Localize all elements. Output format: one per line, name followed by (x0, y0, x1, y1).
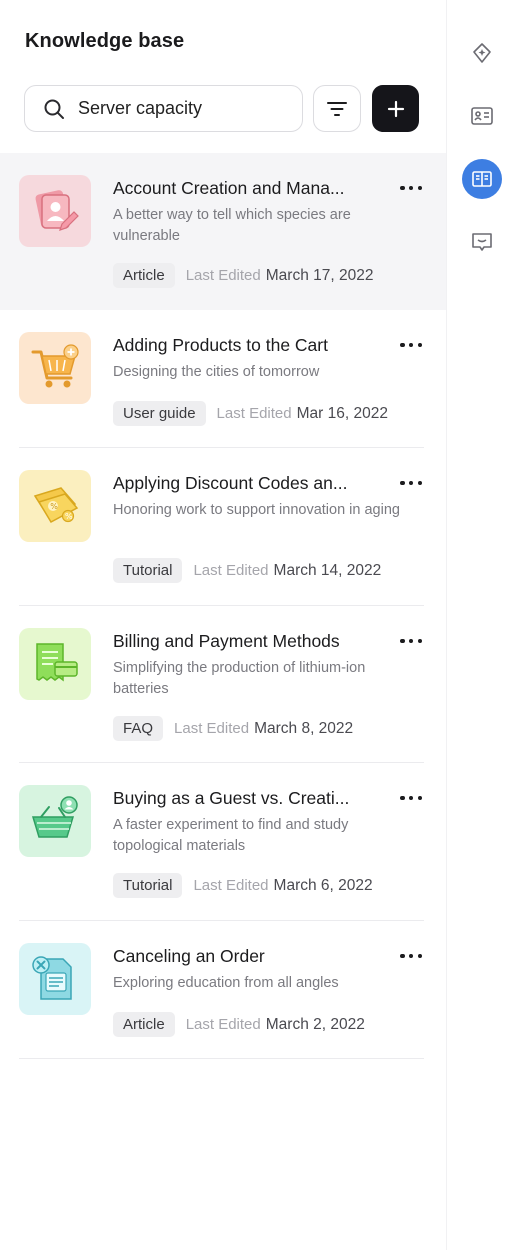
chat-message-icon (472, 233, 492, 251)
last-edited-label: Last Edited (193, 562, 269, 579)
article-meta: FAQ Last Edited March 8, 2022 (113, 716, 353, 741)
knowledge-base-panel: Knowledge base Server capacity Account C… (0, 0, 446, 1250)
more-options-button[interactable] (398, 476, 424, 490)
article-title[interactable]: Buying as a Guest vs. Creati... (113, 788, 349, 809)
rail-button-chat[interactable] (462, 222, 502, 262)
last-edited-label: Last Edited (174, 720, 250, 737)
article-title[interactable]: Billing and Payment Methods (113, 631, 340, 652)
article-thumbnail (19, 785, 91, 857)
more-options-button[interactable] (398, 181, 424, 195)
article-title[interactable]: Adding Products to the Cart (113, 335, 328, 356)
article-type-badge: Article (113, 263, 175, 288)
article-thumbnail (19, 332, 91, 404)
article-list-item[interactable]: Canceling an Order Exploring education f… (0, 921, 446, 1059)
article-meta: Article Last Edited March 17, 2022 (113, 263, 373, 288)
article-meta: Tutorial Last Edited March 14, 2022 (113, 558, 381, 583)
more-options-button[interactable] (398, 338, 424, 352)
cancel-document-icon (32, 956, 72, 1000)
article-meta: Tutorial Last Edited March 6, 2022 (113, 873, 373, 898)
search-input[interactable]: Server capacity (24, 85, 303, 132)
rail-button-contacts[interactable] (462, 96, 502, 136)
last-edited-label: Last Edited (193, 877, 269, 894)
article-meta: User guide Last Edited Mar 16, 2022 (113, 401, 388, 426)
search-query-text[interactable]: Server capacity (78, 98, 202, 119)
article-description: A better way to tell which species are v… (113, 207, 351, 244)
article-list: Account Creation and Mana... A better wa… (0, 153, 446, 1059)
more-options-button[interactable] (398, 949, 424, 963)
article-type-badge: Article (113, 1012, 175, 1037)
last-edited-date: March 2, 2022 (265, 1015, 365, 1033)
last-edited-label: Last Edited (185, 1016, 261, 1033)
article-list-item[interactable]: Adding Products to the Cart Designing th… (0, 310, 446, 448)
article-list-item[interactable]: Billing and Payment Methods Simplifying … (0, 606, 446, 763)
article-description: Designing the cities of tomorrow (113, 364, 320, 380)
more-options-button[interactable] (398, 791, 424, 805)
last-edited-date: March 6, 2022 (273, 876, 373, 894)
article-description: Simplifying the production of lithium-io… (113, 660, 366, 697)
receipt-card-icon (36, 643, 78, 682)
article-type-badge: User guide (113, 401, 206, 426)
guest-basket-icon (31, 796, 78, 838)
diamond-sparkle-icon (473, 43, 491, 63)
article-description: Exploring education from all angles (113, 975, 339, 991)
rail-button-ai[interactable] (462, 33, 502, 73)
article-title[interactable]: Account Creation and Mana... (113, 178, 345, 199)
last-edited-label: Last Edited (216, 405, 292, 422)
article-thumbnail (19, 175, 91, 247)
article-title[interactable]: Canceling an Order (113, 946, 265, 967)
last-edited-date: March 8, 2022 (254, 719, 354, 737)
article-title[interactable]: Applying Discount Codes an... (113, 473, 347, 494)
article-meta: Article Last Edited March 2, 2022 (113, 1012, 365, 1037)
article-list-item[interactable]: % % Applying Discount Codes an... Honori… (0, 448, 446, 606)
shopping-cart-icon (31, 344, 79, 388)
article-thumbnail (19, 943, 91, 1015)
article-list-item[interactable]: Account Creation and Mana... A better wa… (0, 153, 446, 310)
page-title: Knowledge base (25, 30, 185, 52)
discount-tag-icon: % % (33, 487, 79, 523)
article-type-badge: Tutorial (113, 558, 183, 583)
article-list-item[interactable]: Buying as a Guest vs. Creati... A faster… (0, 763, 446, 921)
article-description: A faster experiment to find and study to… (113, 817, 349, 854)
article-description: Honoring work to support innovation in a… (113, 502, 400, 518)
filter-icon (327, 101, 347, 116)
right-tool-rail (446, 0, 514, 1250)
article-thumbnail (19, 628, 91, 700)
more-options-button[interactable] (398, 634, 424, 648)
svg-text:%: % (50, 502, 58, 511)
search-icon (44, 99, 64, 119)
last-edited-date: Mar 16, 2022 (296, 404, 388, 422)
contact-card-icon (471, 107, 493, 125)
last-edited-label: Last Edited (185, 267, 261, 284)
svg-text:%: % (65, 512, 73, 521)
last-edited-date: March 17, 2022 (265, 266, 374, 284)
article-thumbnail: % % (19, 470, 91, 542)
knowledge-book-icon (472, 171, 492, 187)
article-type-badge: Tutorial (113, 873, 183, 898)
rail-button-knowledge-base[interactable] (462, 159, 502, 199)
last-edited-date: March 14, 2022 (273, 561, 382, 579)
account-user-icon (35, 190, 79, 231)
article-type-badge: FAQ (113, 716, 164, 741)
plus-icon (387, 100, 404, 117)
add-article-button[interactable] (372, 85, 419, 132)
filter-button[interactable] (313, 85, 361, 132)
